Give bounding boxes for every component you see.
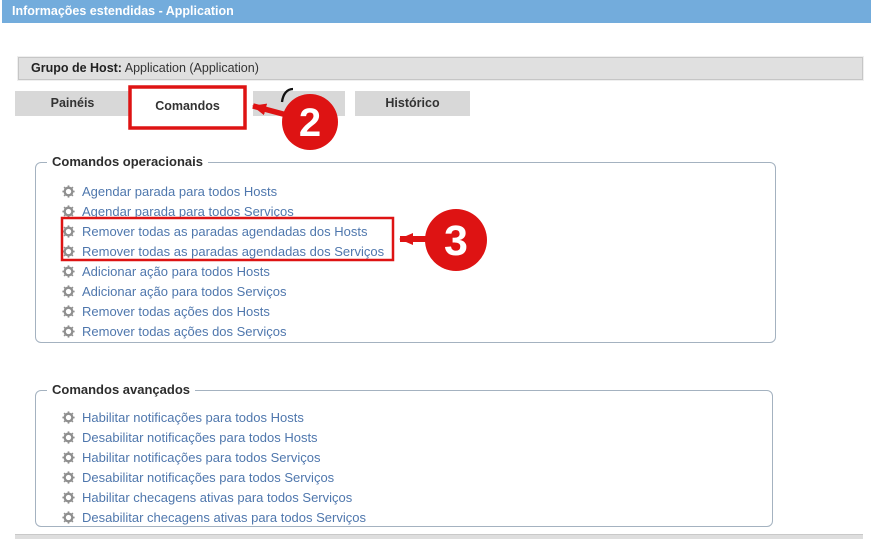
- host-group-bar: Grupo de Host: Application (Application): [18, 57, 863, 80]
- gear-icon: [62, 305, 75, 318]
- fieldset-comandos-avancados: Comandos avançados Habilitar notificaçõe…: [35, 390, 773, 527]
- command-link[interactable]: Remover todas ações dos Serviços: [82, 324, 286, 339]
- clipped-next-section: [15, 534, 863, 539]
- command-row: Desabilitar checagens ativas para todos …: [62, 507, 764, 527]
- host-group-value: Application (Application): [125, 61, 259, 75]
- gear-icon: [62, 245, 75, 258]
- gear-icon: [62, 431, 75, 444]
- command-row: Desabilitar notificações para todos Host…: [62, 427, 764, 447]
- command-link[interactable]: Agendar parada para todos Hosts: [82, 184, 277, 199]
- command-link[interactable]: Habilitar notificações para todos Serviç…: [82, 450, 320, 465]
- gear-icon: [62, 325, 75, 338]
- gear-icon: [62, 265, 75, 278]
- gear-icon: [62, 225, 75, 238]
- gear-icon: [62, 471, 75, 484]
- extended-info-page: Informações estendidas - Application Gru…: [0, 0, 871, 539]
- gear-icon: [62, 511, 75, 524]
- fieldset-legend: Comandos avançados: [47, 382, 195, 397]
- command-row: Habilitar notificações para todos Serviç…: [62, 447, 764, 467]
- command-link[interactable]: Habilitar notificações para todos Hosts: [82, 410, 304, 425]
- tab-paineis[interactable]: Painéis: [15, 91, 130, 116]
- gear-icon: [62, 451, 75, 464]
- command-row: Habilitar notificações para todos Hosts: [62, 407, 764, 427]
- command-link[interactable]: Desabilitar checagens ativas para todos …: [82, 510, 366, 525]
- command-row: Remover todas as paradas agendadas dos H…: [62, 221, 767, 241]
- tab-comandos[interactable]: Comandos: [131, 91, 244, 116]
- command-link[interactable]: Remover todas ações dos Hosts: [82, 304, 270, 319]
- command-row: Agendar parada para todos Hosts: [62, 181, 767, 201]
- host-group-label: Grupo de Host:: [31, 61, 122, 75]
- command-link[interactable]: Adicionar ação para todos Serviços: [82, 284, 287, 299]
- command-row: Remover todas ações dos Serviços: [62, 321, 767, 341]
- tab-historico[interactable]: Histórico: [355, 91, 470, 116]
- command-row: Agendar parada para todos Serviços: [62, 201, 767, 221]
- command-row: Habilitar checagens ativas para todos Se…: [62, 487, 764, 507]
- command-row: Adicionar ação para todos Serviços: [62, 281, 767, 301]
- tab-hidden[interactable]: [253, 91, 345, 116]
- command-row: Remover todas ações dos Hosts: [62, 301, 767, 321]
- command-row: Adicionar ação para todos Hosts: [62, 261, 767, 281]
- gear-icon: [62, 185, 75, 198]
- command-row: Remover todas as paradas agendadas dos S…: [62, 241, 767, 261]
- gear-icon: [62, 491, 75, 504]
- gear-icon: [62, 285, 75, 298]
- command-link[interactable]: Desabilitar notificações para todos Host…: [82, 430, 318, 445]
- page-title: Informações estendidas - Application: [2, 0, 871, 23]
- command-link[interactable]: Desabilitar notificações para todos Serv…: [82, 470, 334, 485]
- gear-icon: [62, 411, 75, 424]
- gear-icon: [62, 205, 75, 218]
- command-row: Desabilitar notificações para todos Serv…: [62, 467, 764, 487]
- command-link[interactable]: Remover todas as paradas agendadas dos S…: [82, 244, 384, 259]
- command-link[interactable]: Remover todas as paradas agendadas dos H…: [82, 224, 367, 239]
- command-link[interactable]: Agendar parada para todos Serviços: [82, 204, 294, 219]
- fieldset-comandos-operacionais: Comandos operacionais Agendar parada par…: [35, 162, 776, 343]
- command-link[interactable]: Adicionar ação para todos Hosts: [82, 264, 270, 279]
- command-link[interactable]: Habilitar checagens ativas para todos Se…: [82, 490, 352, 505]
- fieldset-legend: Comandos operacionais: [47, 154, 208, 169]
